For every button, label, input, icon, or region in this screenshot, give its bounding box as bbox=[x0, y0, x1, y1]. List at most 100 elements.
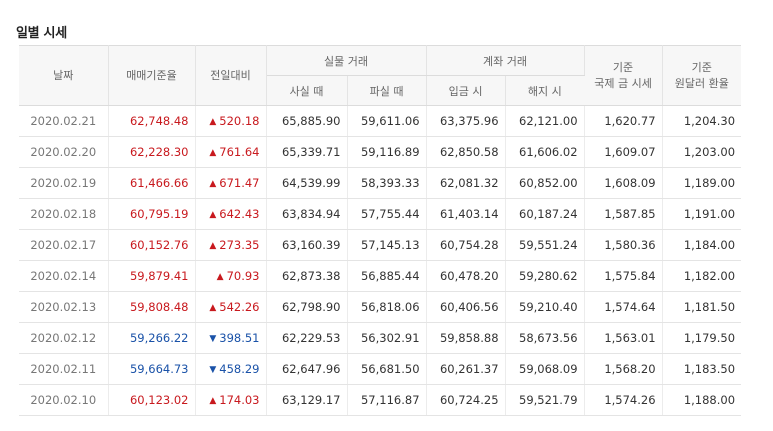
cell-deposit: 60,724.25 bbox=[426, 384, 506, 416]
cell-deposit-value: 60,406.56 bbox=[439, 300, 499, 314]
cell-trade-base-value: 60,152.76 bbox=[129, 238, 189, 252]
cell-deposit-value: 60,478.20 bbox=[439, 269, 499, 283]
cell-trade-base: 62,228.30 bbox=[108, 136, 196, 168]
cell-usd-krw-value: 1,189.00 bbox=[683, 176, 736, 190]
header-trade-base: 매매기준율 bbox=[108, 45, 196, 106]
triangle-up-icon: ▲ bbox=[209, 303, 217, 313]
cell-withdraw: 59,210.40 bbox=[505, 291, 585, 323]
cell-usd-krw: 1,191.00 bbox=[662, 198, 742, 230]
header-cash-sell: 파실 때 bbox=[347, 75, 427, 106]
cell-intl-gold-value: 1,575.84 bbox=[604, 269, 656, 283]
cell-change-value: 398.51 bbox=[219, 331, 260, 345]
cell-withdraw: 62,121.00 bbox=[505, 105, 585, 137]
cell-intl-gold-value: 1,587.85 bbox=[604, 207, 656, 221]
cell-deposit: 62,081.32 bbox=[426, 167, 506, 199]
cell-change: ▲ 542.26 bbox=[195, 291, 267, 323]
cell-intl-gold: 1,608.09 bbox=[584, 167, 663, 199]
cell-withdraw-value: 62,121.00 bbox=[519, 114, 578, 128]
cell-trade-base-value: 62,748.48 bbox=[129, 114, 189, 128]
cell-withdraw-value: 60,187.24 bbox=[519, 207, 578, 221]
cell-change-value: 70.93 bbox=[226, 269, 260, 283]
cell-change-value: 458.29 bbox=[219, 362, 260, 376]
cell-change-value: 174.03 bbox=[219, 393, 260, 407]
cell-usd-krw-value: 1,203.00 bbox=[683, 145, 736, 159]
cell-trade-base: 61,466.66 bbox=[108, 167, 196, 199]
header-usd-krw: 기준 원달러 환율 bbox=[662, 45, 742, 106]
cell-intl-gold: 1,574.64 bbox=[584, 291, 663, 323]
cell-cash-buy-value: 62,798.90 bbox=[281, 300, 341, 314]
cell-deposit: 62,850.58 bbox=[426, 136, 506, 168]
cell-date: 2020.02.21 bbox=[19, 105, 109, 137]
cell-cash-buy: 65,885.90 bbox=[266, 105, 348, 137]
table-row: 2020.02.18 60,795.19 ▲ 642.43 63,834.94 57,75… bbox=[19, 198, 742, 230]
cell-date-value: 2020.02.11 bbox=[30, 362, 97, 376]
cell-usd-krw: 1,179.50 bbox=[662, 322, 742, 354]
cell-withdraw: 59,280.62 bbox=[505, 260, 585, 292]
cell-deposit-value: 60,724.25 bbox=[439, 393, 499, 407]
cell-intl-gold: 1,574.26 bbox=[584, 384, 663, 416]
cell-trade-base: 62,748.48 bbox=[108, 105, 196, 137]
cell-usd-krw: 1,182.00 bbox=[662, 260, 742, 292]
triangle-up-icon: ▲ bbox=[209, 241, 217, 251]
header-account-group: 계좌 거래 bbox=[426, 45, 585, 76]
cell-trade-base: 59,879.41 bbox=[108, 260, 196, 292]
section-title: 일별 시세 bbox=[16, 26, 67, 41]
cell-date-value: 2020.02.12 bbox=[30, 331, 97, 345]
cell-deposit: 60,406.56 bbox=[426, 291, 506, 323]
cell-trade-base: 59,664.73 bbox=[108, 353, 196, 385]
cell-deposit: 60,478.20 bbox=[426, 260, 506, 292]
cell-withdraw: 60,187.24 bbox=[505, 198, 585, 230]
cell-cash-sell-value: 56,302.91 bbox=[360, 331, 420, 345]
cell-trade-base-value: 59,266.22 bbox=[129, 331, 189, 345]
cell-intl-gold-value: 1,574.64 bbox=[604, 300, 656, 314]
table-row: 2020.02.14 59,879.41 ▲ 70.93 62,873.38 56,885… bbox=[19, 260, 742, 292]
cell-date: 2020.02.20 bbox=[19, 136, 109, 168]
table-row: 2020.02.11 59,664.73 ▼ 458.29 62,647.96 56,68… bbox=[19, 353, 742, 385]
cell-withdraw: 60,852.00 bbox=[505, 167, 585, 199]
cell-cash-buy-value: 62,229.53 bbox=[281, 331, 341, 345]
cell-cash-sell: 59,611.06 bbox=[347, 105, 427, 137]
cell-date: 2020.02.12 bbox=[19, 322, 109, 354]
cell-deposit-value: 59,858.88 bbox=[439, 331, 499, 345]
cell-withdraw-value: 59,551.24 bbox=[519, 238, 578, 252]
cell-trade-base-value: 61,466.66 bbox=[129, 176, 189, 190]
cell-deposit-value: 60,261.37 bbox=[439, 362, 499, 376]
cell-change-value: 642.43 bbox=[219, 207, 260, 221]
cell-cash-sell: 56,885.44 bbox=[347, 260, 427, 292]
cell-cash-buy-value: 63,129.17 bbox=[281, 393, 341, 407]
cell-change: ▼ 398.51 bbox=[195, 322, 267, 354]
triangle-up-icon: ▲ bbox=[209, 117, 217, 127]
cell-intl-gold: 1,587.85 bbox=[584, 198, 663, 230]
cell-date-value: 2020.02.17 bbox=[30, 238, 97, 252]
cell-change: ▲ 642.43 bbox=[195, 198, 267, 230]
cell-date-value: 2020.02.13 bbox=[30, 300, 97, 314]
cell-cash-buy-value: 62,647.96 bbox=[281, 362, 341, 376]
cell-change: ▲ 70.93 bbox=[195, 260, 267, 292]
cell-change-value: 542.26 bbox=[219, 300, 260, 314]
cell-change: ▲ 273.35 bbox=[195, 229, 267, 261]
cell-trade-base-value: 59,808.48 bbox=[129, 300, 189, 314]
cell-cash-sell: 56,818.06 bbox=[347, 291, 427, 323]
table-row: 2020.02.20 62,228.30 ▲ 761.64 65,339.71 59,11… bbox=[19, 136, 742, 168]
triangle-up-icon: ▲ bbox=[209, 148, 217, 158]
cell-deposit-value: 62,850.58 bbox=[439, 145, 499, 159]
cell-intl-gold-value: 1,568.20 bbox=[604, 362, 656, 376]
cell-usd-krw: 1,203.00 bbox=[662, 136, 742, 168]
cell-deposit-value: 60,754.28 bbox=[439, 238, 499, 252]
cell-withdraw: 59,068.09 bbox=[505, 353, 585, 385]
cell-date: 2020.02.13 bbox=[19, 291, 109, 323]
cell-withdraw-value: 61,606.02 bbox=[519, 145, 578, 159]
cell-cash-sell: 57,116.87 bbox=[347, 384, 427, 416]
cell-usd-krw-value: 1,191.00 bbox=[683, 207, 736, 221]
table-row: 2020.02.21 62,748.48 ▲ 520.18 65,885.90 59,61… bbox=[19, 105, 742, 137]
cell-cash-sell: 56,302.91 bbox=[347, 322, 427, 354]
daily-price-table: 날짜 매매기준율 전일대비 실물 거래 계좌 거래 기준 국제 금 시세 기준 … bbox=[19, 45, 742, 416]
cell-cash-sell: 58,393.33 bbox=[347, 167, 427, 199]
triangle-down-icon: ▼ bbox=[209, 365, 217, 375]
cell-cash-sell-value: 56,885.44 bbox=[360, 269, 420, 283]
cell-cash-buy: 62,229.53 bbox=[266, 322, 348, 354]
cell-trade-base-value: 59,879.41 bbox=[129, 269, 189, 283]
cell-cash-sell-value: 56,681.50 bbox=[360, 362, 420, 376]
cell-intl-gold: 1,575.84 bbox=[584, 260, 663, 292]
cell-withdraw-value: 59,521.79 bbox=[519, 393, 578, 407]
